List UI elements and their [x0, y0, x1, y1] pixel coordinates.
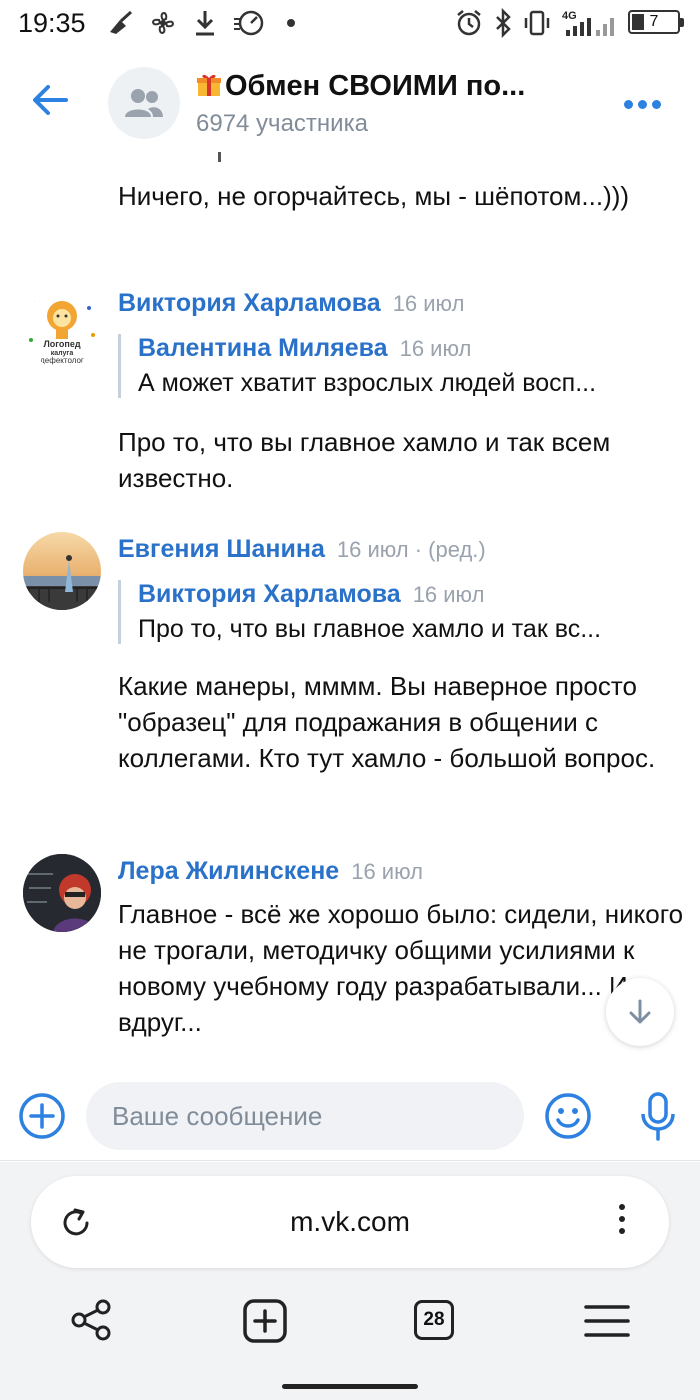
avatar-image	[23, 854, 101, 932]
quote-date: 16 июл	[412, 582, 485, 607]
address-bar[interactable]: m.vk.com	[31, 1176, 669, 1268]
group-title-text: Обмен СВОИМИ по...	[225, 70, 526, 102]
status-bar: 19:35 4G 7	[0, 0, 700, 50]
avatar-image	[23, 532, 101, 610]
browser-toolbar: m.vk.com 28	[0, 1162, 700, 1400]
more-options-icon[interactable]	[624, 96, 666, 114]
home-indicator[interactable]	[282, 1384, 418, 1389]
microphone-icon[interactable]	[640, 1092, 676, 1142]
message-author[interactable]: Виктория Харламова 16 июл	[118, 289, 464, 318]
share-icon[interactable]	[70, 1298, 114, 1342]
message-list[interactable]: Ничего, не огорчайтесь, мы - шёпотом...)…	[0, 150, 700, 1078]
group-avatar[interactable]	[108, 67, 180, 139]
reply-quote[interactable]: Валентина Миляева 16 июл А может хватит в…	[118, 334, 678, 398]
chat-header: Обмен СВОИМИ по... 6974 участника	[0, 52, 700, 148]
attach-plus-icon[interactable]	[18, 1092, 66, 1140]
gift-icon	[196, 72, 222, 98]
new-tab-icon[interactable]	[242, 1298, 288, 1344]
message-date: 16 июл	[392, 291, 465, 316]
message-text: Про то, что вы главное хамло и так всем …	[118, 427, 611, 493]
vibrate-icon	[524, 10, 550, 36]
quote-author: Виктория Харламова	[138, 580, 401, 608]
quote-author: Валентина Миляева	[138, 334, 388, 362]
hamburger-menu-icon[interactable]	[584, 1304, 630, 1338]
reply-quote[interactable]: Виктория Харламова 16 июл Про то, что вы …	[118, 580, 678, 644]
quote-date: 16 июл	[399, 336, 472, 361]
avatar-text-3: дефектолог	[40, 356, 84, 365]
quote-text: А может хватит взрослых людей восп...	[138, 369, 597, 397]
member-count: 6974 участника	[196, 110, 368, 137]
avatar[interactable]	[23, 854, 101, 932]
author-name: Евгения Шанина	[118, 535, 325, 563]
back-arrow-icon[interactable]	[30, 80, 70, 120]
group-title[interactable]: Обмен СВОИМИ по...	[196, 70, 525, 103]
quote-text: Про то, что вы главное хамло и так вс...	[138, 615, 602, 643]
avatar[interactable]: Логопед калуга дефектолог	[23, 290, 101, 368]
message-date: 16 июл	[351, 859, 423, 884]
avatar-image: Логопед калуга дефектолог	[23, 290, 101, 368]
bluetooth-icon	[496, 8, 511, 38]
avatar-text-1: Логопед	[43, 339, 80, 349]
message-text: Ничего, не огорчайтесь, мы - шёпотом...)…	[118, 181, 630, 211]
dot-icon	[287, 19, 295, 27]
scroll-down-button[interactable]	[606, 978, 674, 1046]
message-input[interactable]	[86, 1082, 524, 1150]
download-icon	[196, 11, 214, 36]
browser-menu-icon[interactable]	[619, 1204, 627, 1240]
message-author[interactable]: Евгения Шанина 16 июл · (ред.)	[118, 535, 486, 564]
emoji-icon[interactable]	[544, 1092, 592, 1140]
url-text: m.vk.com	[290, 1206, 410, 1237]
fan-icon	[152, 12, 174, 34]
speedometer-icon	[234, 10, 264, 36]
truncated-line	[218, 152, 221, 162]
message-text: Главное - всё же хорошо было: сидели, ни…	[118, 899, 684, 1037]
arrow-down-icon	[629, 999, 651, 1024]
group-icon	[125, 89, 163, 117]
battery-level: 7	[649, 13, 659, 30]
message-composer	[0, 1080, 700, 1156]
broom-icon	[110, 10, 133, 34]
message-text: Какие манеры, мммм. Вы наверное просто "…	[118, 671, 656, 773]
signal-icon	[566, 18, 614, 36]
avatar[interactable]	[23, 532, 101, 610]
alarm-icon	[457, 10, 481, 36]
tabs-button[interactable]: 28	[414, 1300, 454, 1340]
divider	[0, 1160, 700, 1161]
author-name: Виктория Харламова	[118, 289, 381, 317]
message-date: 16 июл · (ред.)	[336, 537, 486, 562]
battery-icon: 7	[628, 10, 684, 34]
author-name: Лера Жилинскене	[118, 857, 340, 885]
message-author[interactable]: Лера Жилинскене 16 июл	[118, 857, 423, 886]
status-time: 19:35	[18, 8, 86, 38]
